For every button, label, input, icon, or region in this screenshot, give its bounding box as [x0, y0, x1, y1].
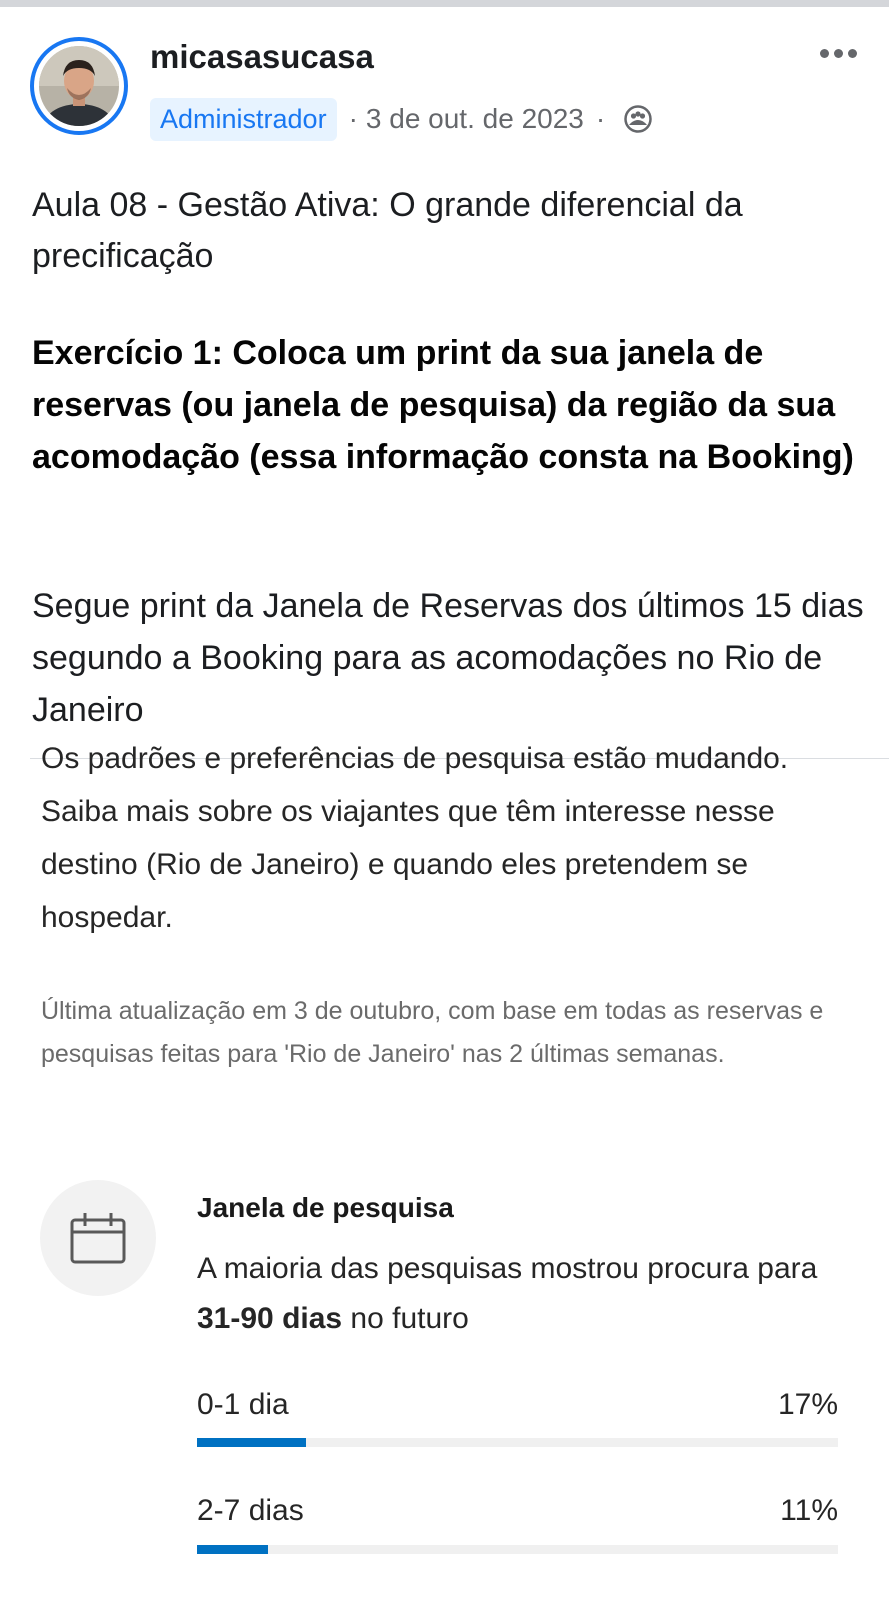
window-row: 0-1 dia 17%: [197, 1388, 838, 1448]
progress-fill: [197, 1545, 268, 1554]
screenshot-intro: Os padrões e preferências de pesquisa es…: [41, 740, 841, 950]
more-dot-icon: [848, 48, 857, 58]
role-badge[interactable]: Administrador: [150, 97, 337, 141]
row-label: 2-7 dias: [197, 1494, 304, 1527]
section-desc-highlight: 31-90 dias: [197, 1302, 343, 1335]
group-audience-icon[interactable]: [623, 104, 653, 134]
avatar-photo: [39, 46, 119, 126]
post-date[interactable]: 3 de out. de 2023: [366, 103, 584, 135]
post-exercise: Exercício 1: Coloca um print da sua jane…: [32, 334, 854, 476]
screenshot-intro-text: Os padrões e preferências de pesquisa es…: [41, 742, 789, 934]
section-desc-prefix: A maioria das pesquisas mostrou procura …: [197, 1252, 818, 1285]
top-strip: [0, 0, 889, 7]
post-reply: Segue print da Janela de Reservas dos úl…: [32, 587, 864, 729]
section-description: A maioria das pesquisas mostrou procura …: [197, 1244, 847, 1344]
calendar-icon: [40, 1180, 156, 1296]
author-name[interactable]: micasasucasa: [150, 38, 374, 76]
post-meta: Administrador · 3 de out. de 2023 ·: [150, 95, 653, 143]
post-title: Aula 08 - Gestão Ativa: O grande diferen…: [32, 186, 743, 275]
screenshot-update-note: Última atualização em 3 de outubro, com …: [41, 997, 824, 1068]
progress-track: [197, 1438, 838, 1447]
more-dot-icon: [834, 48, 843, 58]
section-desc-suffix: no futuro: [342, 1302, 469, 1335]
more-options-button[interactable]: [820, 38, 870, 68]
row-label: 0-1 dia: [197, 1388, 289, 1421]
meta-separator: ·: [595, 103, 606, 134]
row-percent: 17%: [777, 1388, 838, 1421]
more-dot-icon: [820, 48, 829, 58]
section-title: Janela de pesquisa: [197, 1192, 454, 1223]
avatar[interactable]: [30, 37, 128, 135]
meta-separator: ·: [348, 103, 358, 134]
progress-track: [197, 1545, 838, 1554]
window-row: 2-7 dias 11%: [197, 1494, 838, 1554]
progress-fill: [197, 1438, 306, 1447]
row-percent: 11%: [780, 1494, 838, 1527]
